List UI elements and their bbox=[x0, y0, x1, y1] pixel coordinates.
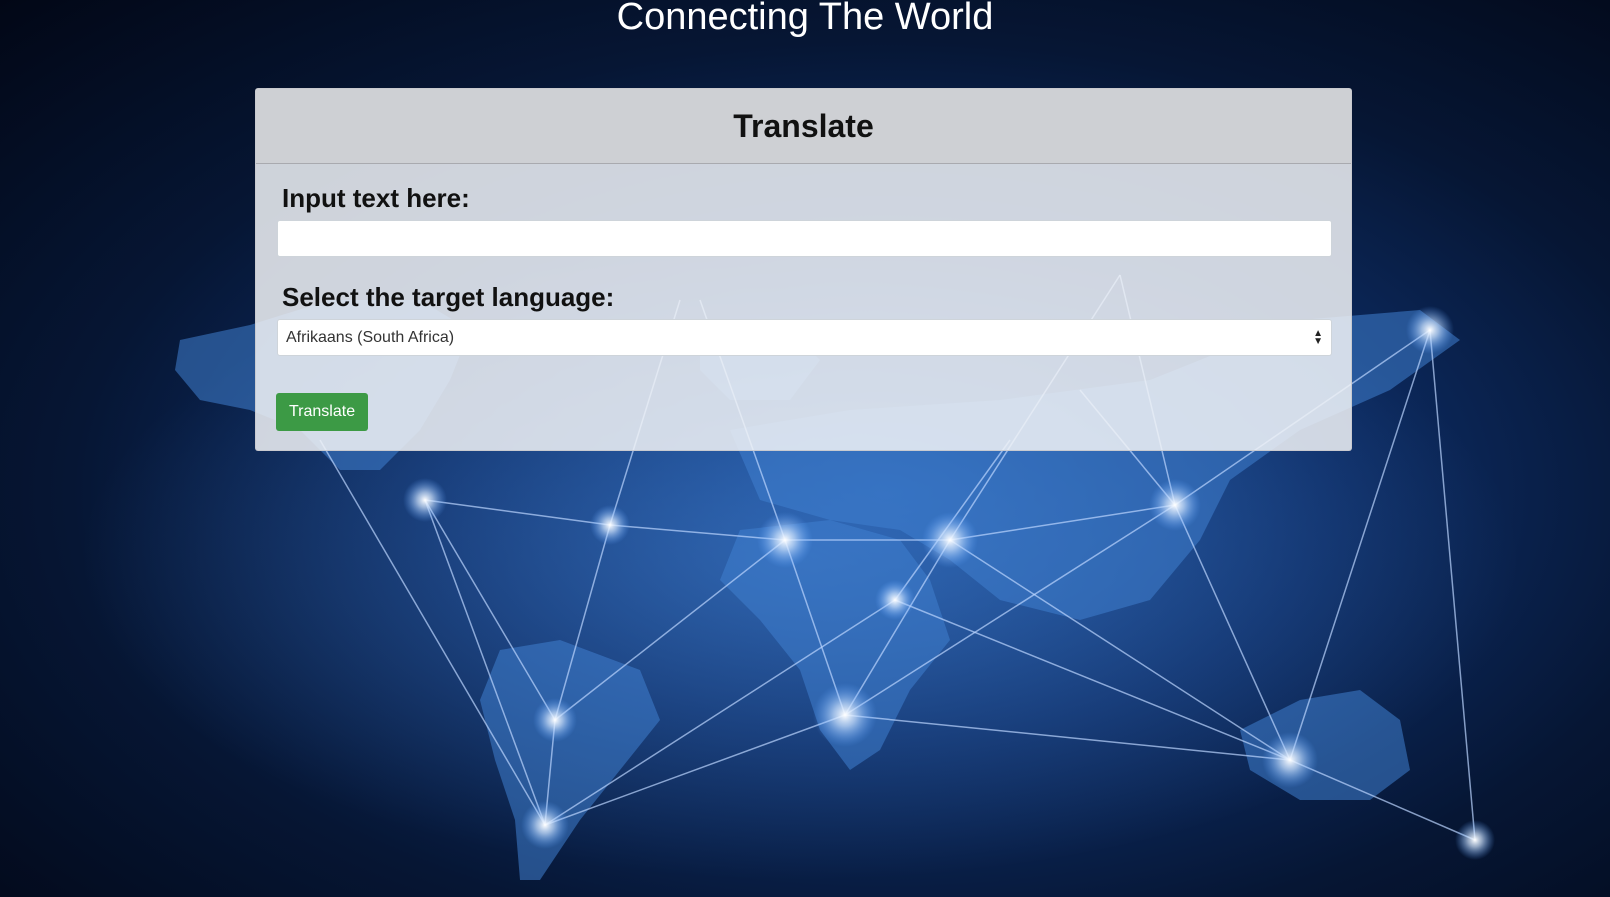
card-header: Translate bbox=[256, 89, 1351, 164]
updown-arrows-icon: ▲ ▼ bbox=[1313, 327, 1323, 347]
translate-button[interactable]: Translate bbox=[276, 393, 369, 431]
input-text-label: Input text here: bbox=[282, 183, 470, 213]
target-language-label: Select the target language: bbox=[282, 282, 615, 312]
selected-language: Afrikaans (South Africa) bbox=[286, 328, 455, 346]
target-language-select[interactable]: Afrikaans (South Africa) ▲ ▼ bbox=[277, 319, 1332, 356]
card-title: Translate bbox=[733, 108, 874, 144]
page-title: Connecting The World bbox=[616, 0, 994, 38]
translate-card: Translate Input text here: Select the ta… bbox=[255, 88, 1352, 451]
input-text-field[interactable] bbox=[277, 220, 1332, 257]
